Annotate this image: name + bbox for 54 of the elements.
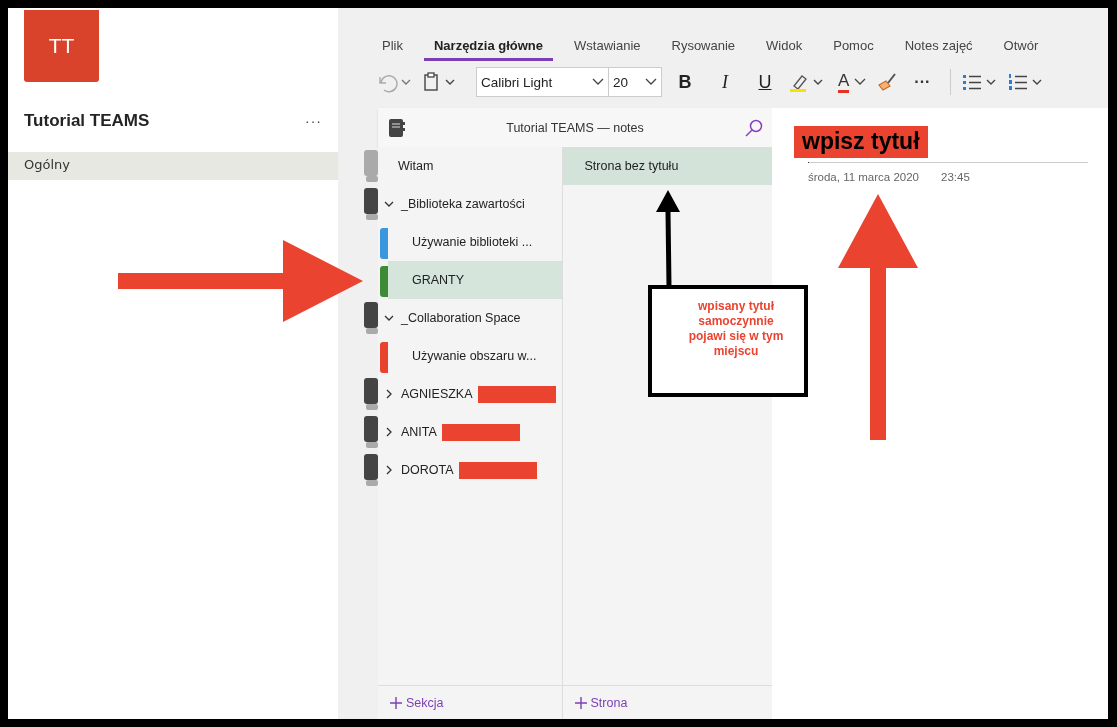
section-group-item[interactable]: AGNIESZKA bbox=[378, 375, 562, 413]
caret-icon bbox=[592, 78, 604, 86]
font-dropdown[interactable]: Calibri Light bbox=[477, 68, 609, 96]
ribbon-tab[interactable]: Notes zajęć bbox=[894, 34, 983, 61]
ribbon-tab[interactable]: Widok bbox=[756, 34, 813, 61]
notebook-spine-icon bbox=[362, 148, 378, 184]
page-item[interactable]: Strona bez tytułu bbox=[562, 147, 772, 185]
page-date: środa, 11 marca 2020 bbox=[808, 171, 920, 183]
page-time: 23:45 bbox=[941, 171, 970, 183]
section-group-item[interactable]: _Collaboration Space bbox=[378, 299, 562, 337]
chevron-icon[interactable] bbox=[384, 465, 394, 475]
ribbon-tab[interactable]: Pomoc bbox=[823, 34, 884, 61]
plus-icon bbox=[390, 696, 402, 709]
ribbon-tab[interactable]: Rysowanie bbox=[661, 34, 746, 61]
ribbon-tab[interactable]: Plik bbox=[372, 34, 413, 61]
notebook-spine-icon bbox=[362, 186, 378, 222]
search-icon[interactable] bbox=[744, 117, 764, 138]
more-button[interactable]: ··· bbox=[904, 72, 941, 92]
team-avatar: TT bbox=[24, 10, 99, 82]
add-section-button[interactable]: Sekcja bbox=[378, 685, 562, 719]
italic-button[interactable]: I bbox=[708, 70, 742, 94]
notebook-spine-icon bbox=[362, 300, 378, 336]
callout-text: wpisany tytuł samoczynnie pojawi się w tym miejscu bbox=[687, 299, 785, 359]
section-item[interactable]: GRANTY bbox=[388, 261, 562, 299]
format-painter-icon[interactable] bbox=[876, 71, 899, 93]
section-group-item[interactable]: _Biblioteka zawartości bbox=[378, 185, 562, 223]
bold-button[interactable]: B bbox=[668, 70, 702, 94]
chevron-icon[interactable] bbox=[384, 389, 394, 399]
notebook-spine-icon bbox=[362, 376, 378, 412]
font-size-dropdown[interactable]: 20 bbox=[609, 68, 661, 96]
page-title[interactable]: wpisz tytuł bbox=[794, 126, 928, 158]
ribbon-tab[interactable]: Narzędzia główne bbox=[423, 34, 554, 61]
ribbon-tab[interactable]: Otwór bbox=[993, 34, 1049, 61]
channel-item[interactable]: Ogólny bbox=[8, 152, 338, 180]
ribbon-tab[interactable]: Wstawianie bbox=[564, 34, 651, 61]
notebook-title: Tutorial TEAMS — notes bbox=[506, 120, 644, 135]
underline-button[interactable]: U bbox=[748, 70, 782, 94]
chevron-icon[interactable] bbox=[384, 427, 394, 437]
notebook-spine-icon bbox=[362, 452, 378, 488]
caret-icon bbox=[645, 78, 657, 86]
team-name: Tutorial TEAMS bbox=[24, 111, 150, 131]
chevron-icon[interactable] bbox=[384, 199, 394, 209]
notebook-icon[interactable] bbox=[388, 117, 406, 138]
caret-icon bbox=[854, 78, 867, 86]
section-group-item[interactable]: ANITA bbox=[378, 413, 562, 451]
font-color-button[interactable]: A bbox=[834, 71, 871, 93]
notebook-spine-icon bbox=[362, 414, 378, 450]
plus-icon bbox=[574, 696, 587, 709]
section-item[interactable]: Używanie biblioteki ... bbox=[388, 223, 562, 261]
section-group-item[interactable]: DOROTA bbox=[378, 451, 562, 489]
chevron-icon[interactable] bbox=[384, 313, 394, 323]
section-item[interactable]: Używanie obszaru w... bbox=[388, 337, 562, 375]
section-item[interactable]: Witam bbox=[378, 147, 562, 185]
more-options-button[interactable]: ··· bbox=[305, 113, 322, 129]
